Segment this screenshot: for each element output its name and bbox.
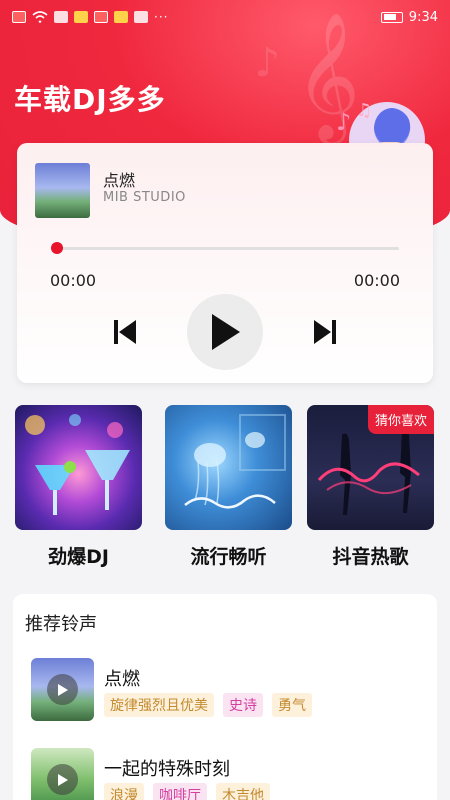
tag: 史诗 xyxy=(223,693,263,717)
weibo-icon xyxy=(74,11,88,23)
app-title: 车载DJ多多 xyxy=(14,83,166,116)
status-bar: ··· 9:34 xyxy=(0,0,450,34)
track-artist: MIB STUDIO xyxy=(103,190,186,205)
track-title: 点燃 xyxy=(103,171,136,190)
tag: 勇气 xyxy=(272,693,312,717)
album-cover[interactable] xyxy=(35,163,90,218)
ringtone-tags: 浪漫 咖啡厅 木吉他 xyxy=(104,783,270,800)
category-card-dj[interactable] xyxy=(15,405,142,530)
ringtone-item[interactable]: 点燃 旋律强烈且优美 史诗 勇气 xyxy=(31,658,421,722)
tag: 咖啡厅 xyxy=(153,783,207,800)
time-total: 00:00 xyxy=(353,271,400,290)
next-button[interactable] xyxy=(313,318,337,346)
previous-button[interactable] xyxy=(113,318,137,346)
wifi-icon xyxy=(32,11,48,23)
category-label-douyin[interactable]: 抖音热歌 xyxy=(307,542,434,569)
ringtone-thumbnail xyxy=(31,658,94,721)
skip-previous-icon xyxy=(114,320,136,344)
play-icon xyxy=(57,773,68,786)
alert-icon xyxy=(12,11,26,23)
time-current: 00:00 xyxy=(50,271,97,290)
player-card: 点燃 MIB STUDIO 00:00 00:00 xyxy=(17,143,433,383)
signal-badge-icon xyxy=(134,11,148,23)
play-icon xyxy=(212,314,240,350)
category-label-pop[interactable]: 流行畅听 xyxy=(165,542,292,569)
status-time: 9:34 xyxy=(408,9,438,25)
tag: 浪漫 xyxy=(104,783,144,800)
recommend-badge: 猜你喜欢 xyxy=(367,405,434,434)
progress-knob[interactable] xyxy=(51,242,63,254)
skip-next-icon xyxy=(314,320,336,344)
svg-text:♫: ♫ xyxy=(356,100,372,121)
status-right: 9:34 xyxy=(380,9,438,25)
battery-icon xyxy=(380,11,403,23)
svg-text:♪: ♪ xyxy=(336,108,351,136)
app-notification-icon xyxy=(54,11,68,23)
ringtone-name: 点燃 xyxy=(104,669,140,690)
category-label-dj[interactable]: 劲爆DJ xyxy=(15,542,142,569)
tag: 旋律强烈且优美 xyxy=(104,693,214,717)
ringtone-name: 一起的特殊时刻 xyxy=(104,759,230,780)
category-card-douyin[interactable]: 猜你喜欢 xyxy=(307,405,434,530)
ringtone-tags: 旋律强烈且优美 史诗 勇气 xyxy=(104,693,312,717)
recommend-section: 推荐铃声 点燃 旋律强烈且优美 史诗 勇气 一起的特殊时刻 浪漫 咖啡厅 木吉他 xyxy=(13,594,437,800)
progress-track[interactable] xyxy=(57,247,399,250)
play-overlay-button[interactable] xyxy=(47,674,78,705)
tag: 木吉他 xyxy=(216,783,270,800)
music-note-icon: ♪ xyxy=(254,40,280,86)
ringtone-thumbnail xyxy=(31,748,94,800)
play-overlay-button[interactable] xyxy=(47,764,78,795)
weibo-icon xyxy=(114,11,128,23)
ringtone-item[interactable]: 一起的特殊时刻 浪漫 咖啡厅 木吉他 xyxy=(31,748,421,800)
cocktail-image xyxy=(25,414,130,515)
category-card-pop[interactable] xyxy=(165,405,292,530)
more-icon: ··· xyxy=(154,10,169,24)
jellyfish-image xyxy=(184,414,286,509)
status-icons: ··· xyxy=(12,10,168,24)
recommend-title: 推荐铃声 xyxy=(25,614,97,635)
play-icon xyxy=(57,683,68,696)
record-icon xyxy=(94,11,108,23)
play-button[interactable] xyxy=(187,294,263,370)
